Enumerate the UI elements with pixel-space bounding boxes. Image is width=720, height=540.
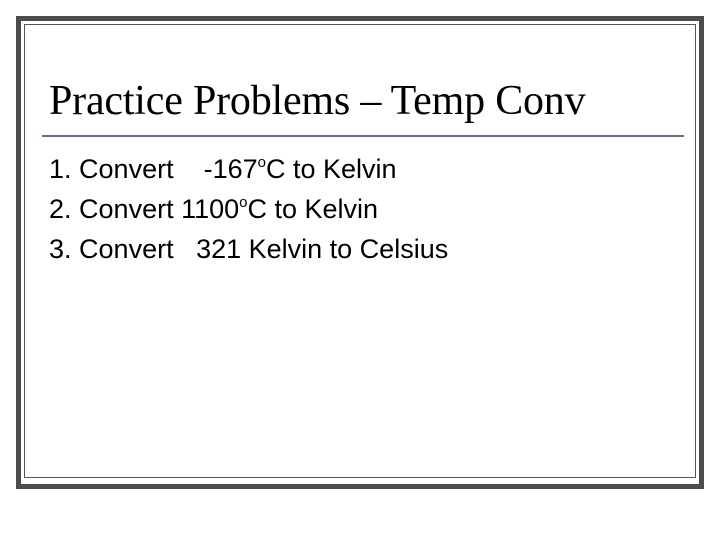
degree-superscript: o <box>257 154 266 171</box>
problem-text: Convert 321 Kelvin to Celsius <box>71 234 449 264</box>
degree-superscript: o <box>239 194 248 211</box>
slide-title: Practice Problems – Temp Conv <box>49 78 586 124</box>
problem-number: 2. <box>49 194 72 224</box>
problem-text: Convert -167 <box>71 154 258 184</box>
problem-list: 1. Convert -167oC to Kelvin 2. Convert 1… <box>49 150 448 270</box>
problem-text-unit: C to Kelvin <box>247 194 379 224</box>
problem-text: Convert 1100 <box>71 194 240 224</box>
problem-item-1: 1. Convert -167oC to Kelvin <box>49 150 448 190</box>
problem-number: 3. <box>49 234 72 264</box>
problem-item-3: 3. Convert 321 Kelvin to Celsius <box>49 230 448 270</box>
problem-item-2: 2. Convert 1100oC to Kelvin <box>49 190 448 230</box>
problem-number: 1. <box>49 154 72 184</box>
title-divider <box>42 135 684 137</box>
problem-text-unit: C to Kelvin <box>265 154 397 184</box>
